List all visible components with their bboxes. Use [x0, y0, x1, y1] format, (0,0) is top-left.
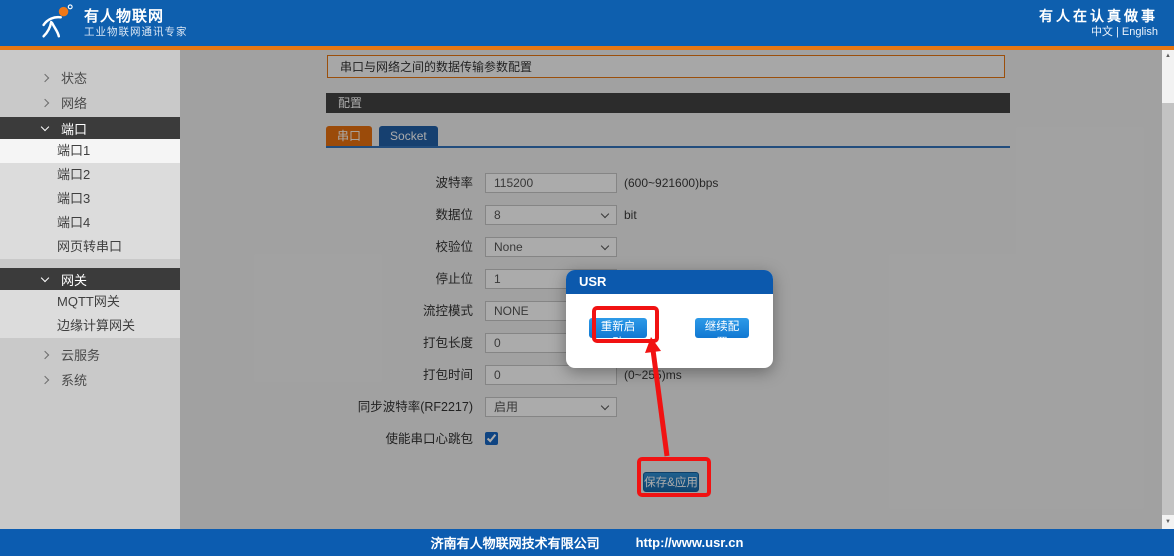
sidebar-group-port[interactable]: 端口 [0, 117, 180, 139]
sidebar-item-port2[interactable]: 端口2 [0, 163, 180, 187]
sidebar-item-port3[interactable]: 端口3 [0, 187, 180, 211]
chevron-right-icon [41, 350, 49, 358]
chevron-right-icon [41, 98, 49, 106]
restart-button[interactable]: 重新启动 [589, 318, 647, 338]
sidebar-item-label: 系统 [61, 370, 87, 389]
footer-company: 济南有人物联网技术有限公司 [431, 533, 600, 552]
sidebar-item-port1[interactable]: 端口1 [0, 139, 180, 163]
sidebar-item-mqtt-gateway[interactable]: MQTT网关 [0, 290, 180, 314]
scroll-down-icon[interactable]: ▼ [1162, 516, 1174, 529]
usr-logo-icon [36, 4, 74, 42]
sidebar-item-label: 云服务 [61, 345, 100, 364]
sidebar-item-label: 网关 [61, 270, 87, 289]
sidebar-item-system[interactable]: 系统 [0, 367, 180, 392]
vertical-scrollbar[interactable]: ▲ ▼ [1162, 50, 1174, 529]
scrollbar-thumb[interactable] [1162, 103, 1174, 515]
header-slogan: 有人在认真做事 [1039, 7, 1158, 25]
sidebar-group-gateway[interactable]: 网关 [0, 268, 180, 290]
continue-config-button[interactable]: 继续配置 [695, 318, 749, 338]
sidebar-item-cloud[interactable]: 云服务 [0, 342, 180, 367]
sidebar-item-port4[interactable]: 端口4 [0, 211, 180, 235]
sidebar-item-label: 端口 [61, 119, 87, 138]
brand-subtitle: 工业物联网通讯专家 [84, 26, 188, 39]
sidebar-nav: 状态 网络 端口 端口1 端口2 端口3 端口4 网页转串口 网关 MQTT网关… [0, 50, 180, 529]
sidebar-port-submenu: 端口1 端口2 端口3 端口4 网页转串口 [0, 139, 180, 259]
chevron-right-icon [41, 375, 49, 383]
sidebar-item-label: 网络 [61, 93, 87, 112]
brand-title: 有人物联网 [84, 8, 188, 26]
page-footer: 济南有人物联网技术有限公司 http://www.usr.cn [0, 529, 1174, 556]
chevron-down-icon [41, 273, 49, 281]
dialog-title: USR [566, 270, 773, 294]
sidebar-item-web-to-serial[interactable]: 网页转串口 [0, 235, 180, 259]
sidebar-item-label: 状态 [61, 68, 87, 87]
sidebar-gateway-submenu: MQTT网关 边缘计算网关 [0, 290, 180, 338]
footer-url[interactable]: http://www.usr.cn [636, 535, 744, 550]
chevron-down-icon [41, 122, 49, 130]
sidebar-item-status[interactable]: 状态 [0, 65, 180, 90]
app-header: 有人物联网 工业物联网通讯专家 有人在认真做事 中文 | English [0, 0, 1174, 46]
sidebar-item-edge-gateway[interactable]: 边缘计算网关 [0, 314, 180, 338]
chevron-right-icon [41, 73, 49, 81]
scroll-up-icon[interactable]: ▲ [1162, 50, 1174, 63]
sidebar-item-network[interactable]: 网络 [0, 90, 180, 115]
usr-dialog: USR 重新启动 继续配置 [566, 270, 773, 368]
language-switch[interactable]: 中文 | English [1039, 25, 1158, 40]
